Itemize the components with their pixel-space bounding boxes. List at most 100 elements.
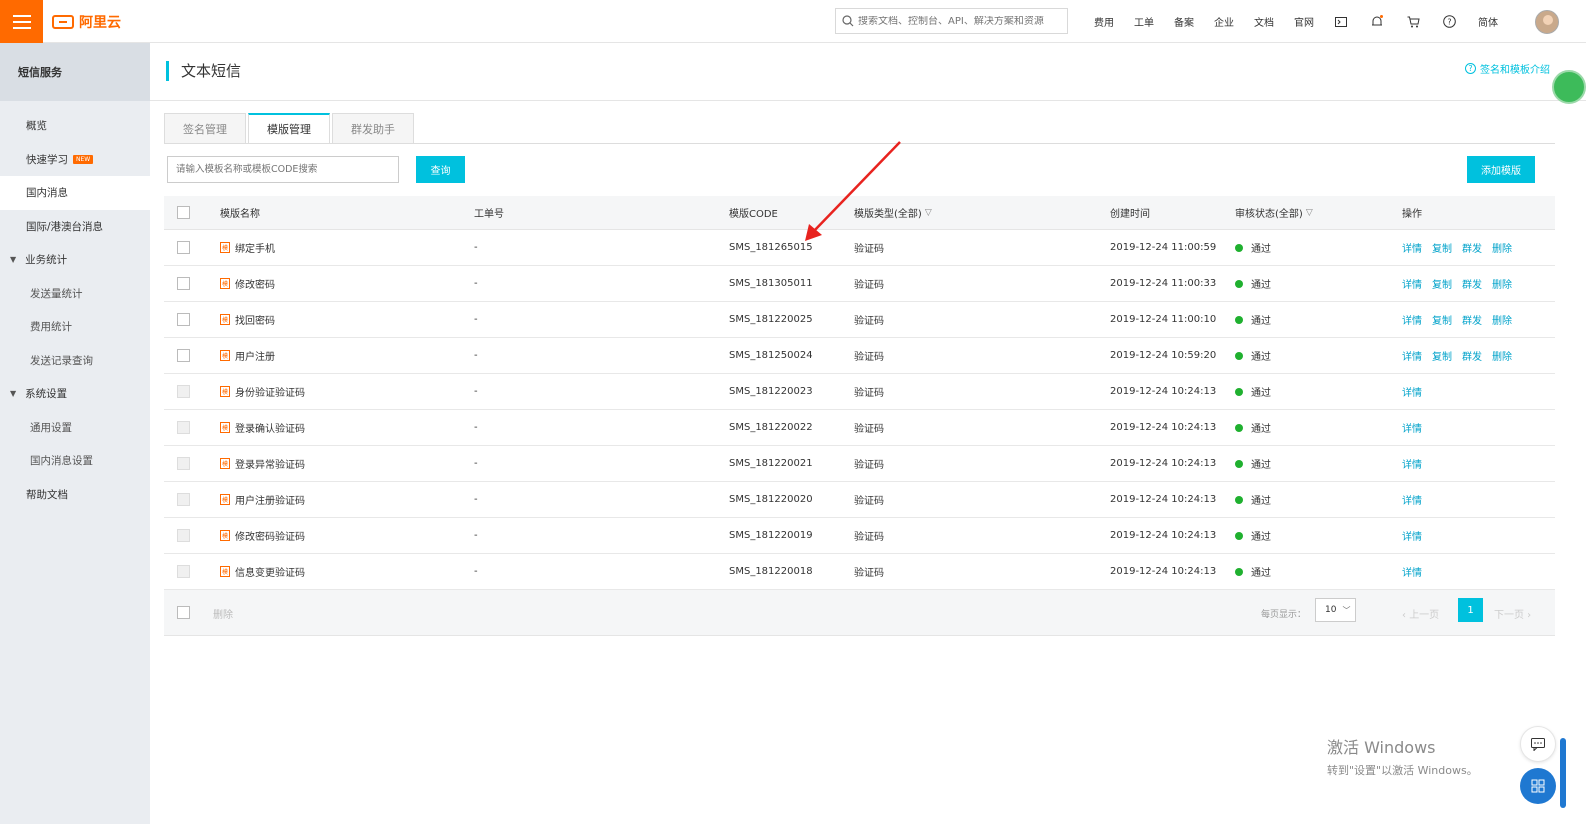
row-op-link[interactable]: 删除	[1492, 276, 1512, 291]
row-checkbox[interactable]	[177, 277, 190, 290]
prev-page-label: 上一页	[1409, 610, 1440, 621]
help-icon[interactable]: ?	[1442, 15, 1456, 29]
footer-select-checkbox[interactable]	[177, 606, 190, 619]
row-checkbox-cell	[177, 338, 190, 373]
question-circle-icon: ?	[1465, 63, 1476, 74]
terminal-icon[interactable]	[1334, 15, 1348, 29]
global-search-input[interactable]	[858, 15, 1058, 27]
hamburger-menu-icon[interactable]	[0, 0, 43, 43]
row-op-link[interactable]: 详情	[1402, 528, 1422, 543]
next-page-button[interactable]: 下一页 ›	[1494, 606, 1531, 621]
row-ticket: -	[474, 566, 478, 577]
row-op-link[interactable]: 删除	[1492, 348, 1512, 363]
row-checkbox[interactable]	[177, 313, 190, 326]
row-op-link[interactable]: 群发	[1462, 276, 1482, 291]
nav-ticket[interactable]: 工单	[1134, 14, 1154, 29]
sidebar-item-label: 发送记录查询	[30, 354, 93, 367]
nav-official-site[interactable]: 官网	[1294, 14, 1314, 29]
sidebar-item-9[interactable]: 通用设置	[0, 411, 150, 445]
page-size-select[interactable]: 10 ﹀	[1315, 598, 1356, 622]
sidebar-item-7[interactable]: 发送记录查询	[0, 344, 150, 378]
col-code: 模版CODE	[729, 209, 778, 220]
apps-grid-icon[interactable]	[1520, 768, 1556, 804]
row-op-link[interactable]: 群发	[1462, 240, 1482, 255]
row-op-link[interactable]: 详情	[1402, 564, 1422, 579]
chevron-down-icon: ﹀	[1342, 605, 1351, 615]
row-op-link[interactable]: 删除	[1492, 240, 1512, 255]
nav-enterprise[interactable]: 企业	[1214, 14, 1234, 29]
row-ticket: -	[474, 278, 478, 289]
sidebar-item-10[interactable]: 国内消息设置	[0, 444, 150, 478]
row-op-link[interactable]: 复制	[1432, 348, 1452, 363]
row-checkbox[interactable]	[177, 349, 190, 362]
row-op-link[interactable]: 详情	[1402, 456, 1422, 471]
row-status: 通过	[1235, 518, 1271, 553]
row-op-link[interactable]: 详情	[1402, 384, 1422, 399]
sidebar-item-5[interactable]: 发送量统计	[0, 277, 150, 311]
row-status: 通过	[1235, 266, 1271, 301]
row-code: SMS_181220023	[729, 386, 813, 397]
nav-fee[interactable]: 费用	[1094, 14, 1114, 29]
row-op-link[interactable]: 详情	[1402, 420, 1422, 435]
sidebar-item-2[interactable]: 国内消息	[0, 176, 150, 210]
select-all-checkbox[interactable]	[177, 206, 190, 219]
row-status-text: 通过	[1251, 388, 1271, 399]
sidebar-group-4[interactable]: ▼ 业务统计	[0, 243, 150, 277]
query-button[interactable]: 查询	[416, 156, 465, 183]
row-op-link[interactable]: 群发	[1462, 348, 1482, 363]
nav-beian[interactable]: 备案	[1174, 14, 1194, 29]
tab-template-management[interactable]: 模版管理	[248, 113, 330, 144]
global-search[interactable]	[835, 8, 1068, 34]
bell-icon[interactable]	[1370, 15, 1384, 29]
caret-down-icon: ▼	[10, 255, 17, 265]
sidebar-item-label: 国内消息设置	[30, 455, 93, 468]
tab-signature-management[interactable]: 签名管理	[164, 113, 246, 144]
aliyun-logo[interactable]: 阿里云	[52, 11, 121, 33]
sidebar-item-0[interactable]: 概览	[0, 109, 150, 143]
user-avatar[interactable]	[1535, 10, 1559, 34]
sidebar-group-8[interactable]: ▼ 系统设置	[0, 377, 150, 411]
help-link-signature-template[interactable]: ? 签名和模板介绍	[1465, 61, 1550, 76]
sidebar-item-1[interactable]: 快速学习 NEW	[0, 143, 150, 177]
row-op-link[interactable]: 复制	[1432, 240, 1452, 255]
row-name: 模身份验证验证码	[220, 374, 305, 409]
sidebar-item-3[interactable]: 国际/港澳台消息	[0, 210, 150, 244]
bulk-delete-link[interactable]: 删除	[213, 606, 233, 621]
filter-icon[interactable]: ▽	[1306, 208, 1313, 218]
row-op-link[interactable]: 群发	[1462, 312, 1482, 327]
side-scroll-handle[interactable]	[1560, 738, 1566, 808]
tab-bulk-send-assistant[interactable]: 群发助手	[332, 113, 414, 144]
chat-icon[interactable]	[1520, 726, 1556, 762]
row-status: 通过	[1235, 554, 1271, 589]
row-checkbox[interactable]	[177, 241, 190, 254]
add-template-button[interactable]: 添加模版	[1467, 156, 1535, 183]
template-icon: 模	[220, 278, 230, 289]
row-code: SMS_181220022	[729, 422, 813, 433]
col-status[interactable]: 审核状态(全部) ▽	[1235, 196, 1313, 229]
template-search-input[interactable]	[167, 156, 399, 183]
row-op-link[interactable]: 详情	[1402, 240, 1422, 255]
filter-icon[interactable]: ▽	[925, 208, 932, 218]
svg-text:?: ?	[1447, 18, 1451, 27]
footer-checkbox-cell	[177, 590, 190, 635]
row-op-link[interactable]: 详情	[1402, 348, 1422, 363]
language-switch[interactable]: 简体	[1478, 14, 1498, 29]
prev-page-button[interactable]: ‹ 上一页	[1402, 606, 1439, 621]
row-checkbox-cell	[177, 374, 190, 409]
nav-docs[interactable]: 文档	[1254, 14, 1274, 29]
row-op-link[interactable]: 复制	[1432, 312, 1452, 327]
row-op-link[interactable]: 删除	[1492, 312, 1512, 327]
current-page-button[interactable]: 1	[1458, 598, 1483, 622]
cart-icon[interactable]	[1406, 15, 1420, 29]
row-op-link[interactable]: 详情	[1402, 312, 1422, 327]
row-op-link[interactable]: 复制	[1432, 276, 1452, 291]
table-row: 模用户注册 - SMS_181250024 验证码 2019-12-24 10:59:2…	[164, 338, 1555, 374]
row-type: 验证码	[854, 460, 884, 471]
sidebar-item-11[interactable]: 帮助文档	[0, 478, 150, 512]
sidebar-item-6[interactable]: 费用统计	[0, 310, 150, 344]
row-op-link[interactable]: 详情	[1402, 492, 1422, 507]
row-op-link[interactable]: 详情	[1402, 276, 1422, 291]
sidebar-group-label: 系统设置	[25, 388, 68, 401]
floating-assistant-icon[interactable]	[1552, 70, 1586, 104]
sidebar-item-label: 快速学习	[26, 153, 68, 166]
